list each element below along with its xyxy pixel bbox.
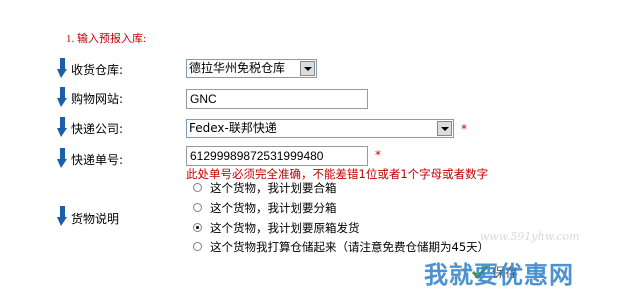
option-label: 这个货物我打算仓储起来（请注意免费仓储期为45天） xyxy=(210,240,490,254)
dropdown-arrow-icon[interactable] xyxy=(300,61,315,76)
down-arrow-icon xyxy=(57,87,67,107)
option-label: 这个货物，我计划要合箱 xyxy=(210,181,337,195)
option-label: 这个货物，我计划要分箱 xyxy=(210,201,337,215)
warehouse-select-value: 德拉华州免税仓库 xyxy=(189,61,286,75)
option-label: 这个货物，我计划要原箱发货 xyxy=(210,221,360,235)
required-mark: * xyxy=(461,122,467,136)
radio-combine[interactable] xyxy=(193,183,202,192)
section-title: 1. 输入预报入库: xyxy=(66,33,147,45)
radio-split[interactable] xyxy=(193,203,202,212)
down-arrow-icon xyxy=(57,206,67,226)
courier-select-value: Fedex-联邦快递 xyxy=(189,121,277,135)
radio-original-box[interactable] xyxy=(193,223,202,232)
courier-label: 快递公司: xyxy=(71,122,124,136)
watermark-logo: 我就要优惠网 xyxy=(424,261,574,289)
down-arrow-icon xyxy=(57,148,67,168)
website-input[interactable]: GNC xyxy=(186,89,368,109)
radio-storage[interactable] xyxy=(193,242,202,251)
tracking-input[interactable]: 612999898725319994​80 xyxy=(186,146,368,166)
warehouse-select[interactable]: 德拉华州免税仓库 xyxy=(186,59,317,78)
goods-label: 货物说明 xyxy=(71,212,120,226)
tracking-label: 快递单号: xyxy=(71,153,124,167)
watermark-url: www.591yhw.com xyxy=(480,230,580,243)
warehouse-label: 收货仓库: xyxy=(71,63,124,77)
required-mark: * xyxy=(375,148,381,162)
dropdown-arrow-icon[interactable] xyxy=(437,121,452,136)
down-arrow-icon xyxy=(57,58,67,78)
website-label: 购物网站: xyxy=(71,92,124,106)
down-arrow-icon xyxy=(57,117,67,137)
courier-select[interactable]: Fedex-联邦快递 xyxy=(186,119,454,138)
